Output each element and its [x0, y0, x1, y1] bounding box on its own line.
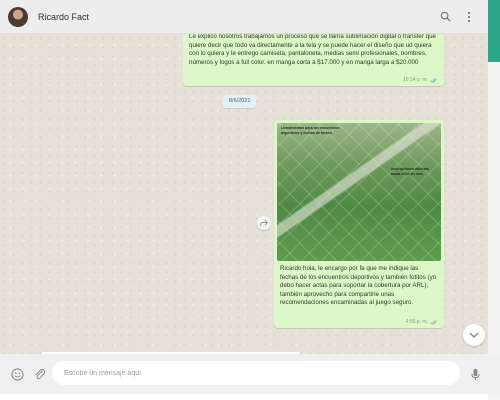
message-bubble-outgoing[interactable]: Le explico nosotros trabajamos un proces… — [183, 34, 444, 86]
microphone-icon[interactable] — [466, 365, 484, 383]
photo-caption-right: Inscripciones abiertas hasta el fin de m… — [391, 167, 429, 176]
message-time: 4:55 p. m. — [405, 319, 428, 325]
shared-photo[interactable]: Lineamientos para los encuentros deporti… — [277, 123, 441, 261]
right-edge — [488, 62, 500, 400]
message-input[interactable] — [52, 361, 460, 385]
message-text: Le explico nosotros trabajamos un proces… — [189, 34, 436, 66]
scroll-to-bottom-button[interactable] — [463, 324, 485, 346]
photo-caption-left: Lineamientos para los encuentros deporti… — [281, 126, 340, 135]
message-time: 10:14 p. m. — [402, 77, 428, 83]
menu-dots-icon[interactable] — [460, 8, 478, 26]
avatar[interactable] — [8, 6, 28, 27]
message-meta: 4:55 p. m. — [406, 319, 438, 325]
attach-icon[interactable] — [30, 365, 48, 383]
forward-icon[interactable] — [257, 216, 271, 230]
emoji-icon[interactable] — [8, 365, 26, 383]
message-bubble-image[interactable]: Lineamientos para los encuentros deporti… — [274, 120, 444, 328]
chevron-down-icon — [469, 332, 479, 338]
read-check-icon — [430, 77, 438, 83]
message-text: Ricardo hola, le encargo por fa que me i… — [280, 265, 437, 307]
search-icon[interactable] — [436, 8, 454, 26]
chat-header: Ricardo Fact — [0, 0, 488, 34]
message-meta: 10:14 p. m. — [403, 77, 438, 83]
window-accent-strip — [488, 0, 500, 62]
date-separator: 8/6/2021 — [223, 95, 257, 108]
read-check-icon — [430, 319, 438, 325]
contact-name[interactable]: Ricardo Fact — [38, 12, 430, 22]
message-composer — [0, 354, 500, 394]
message-list[interactable]: Le explico nosotros trabajamos un proces… — [0, 34, 488, 354]
